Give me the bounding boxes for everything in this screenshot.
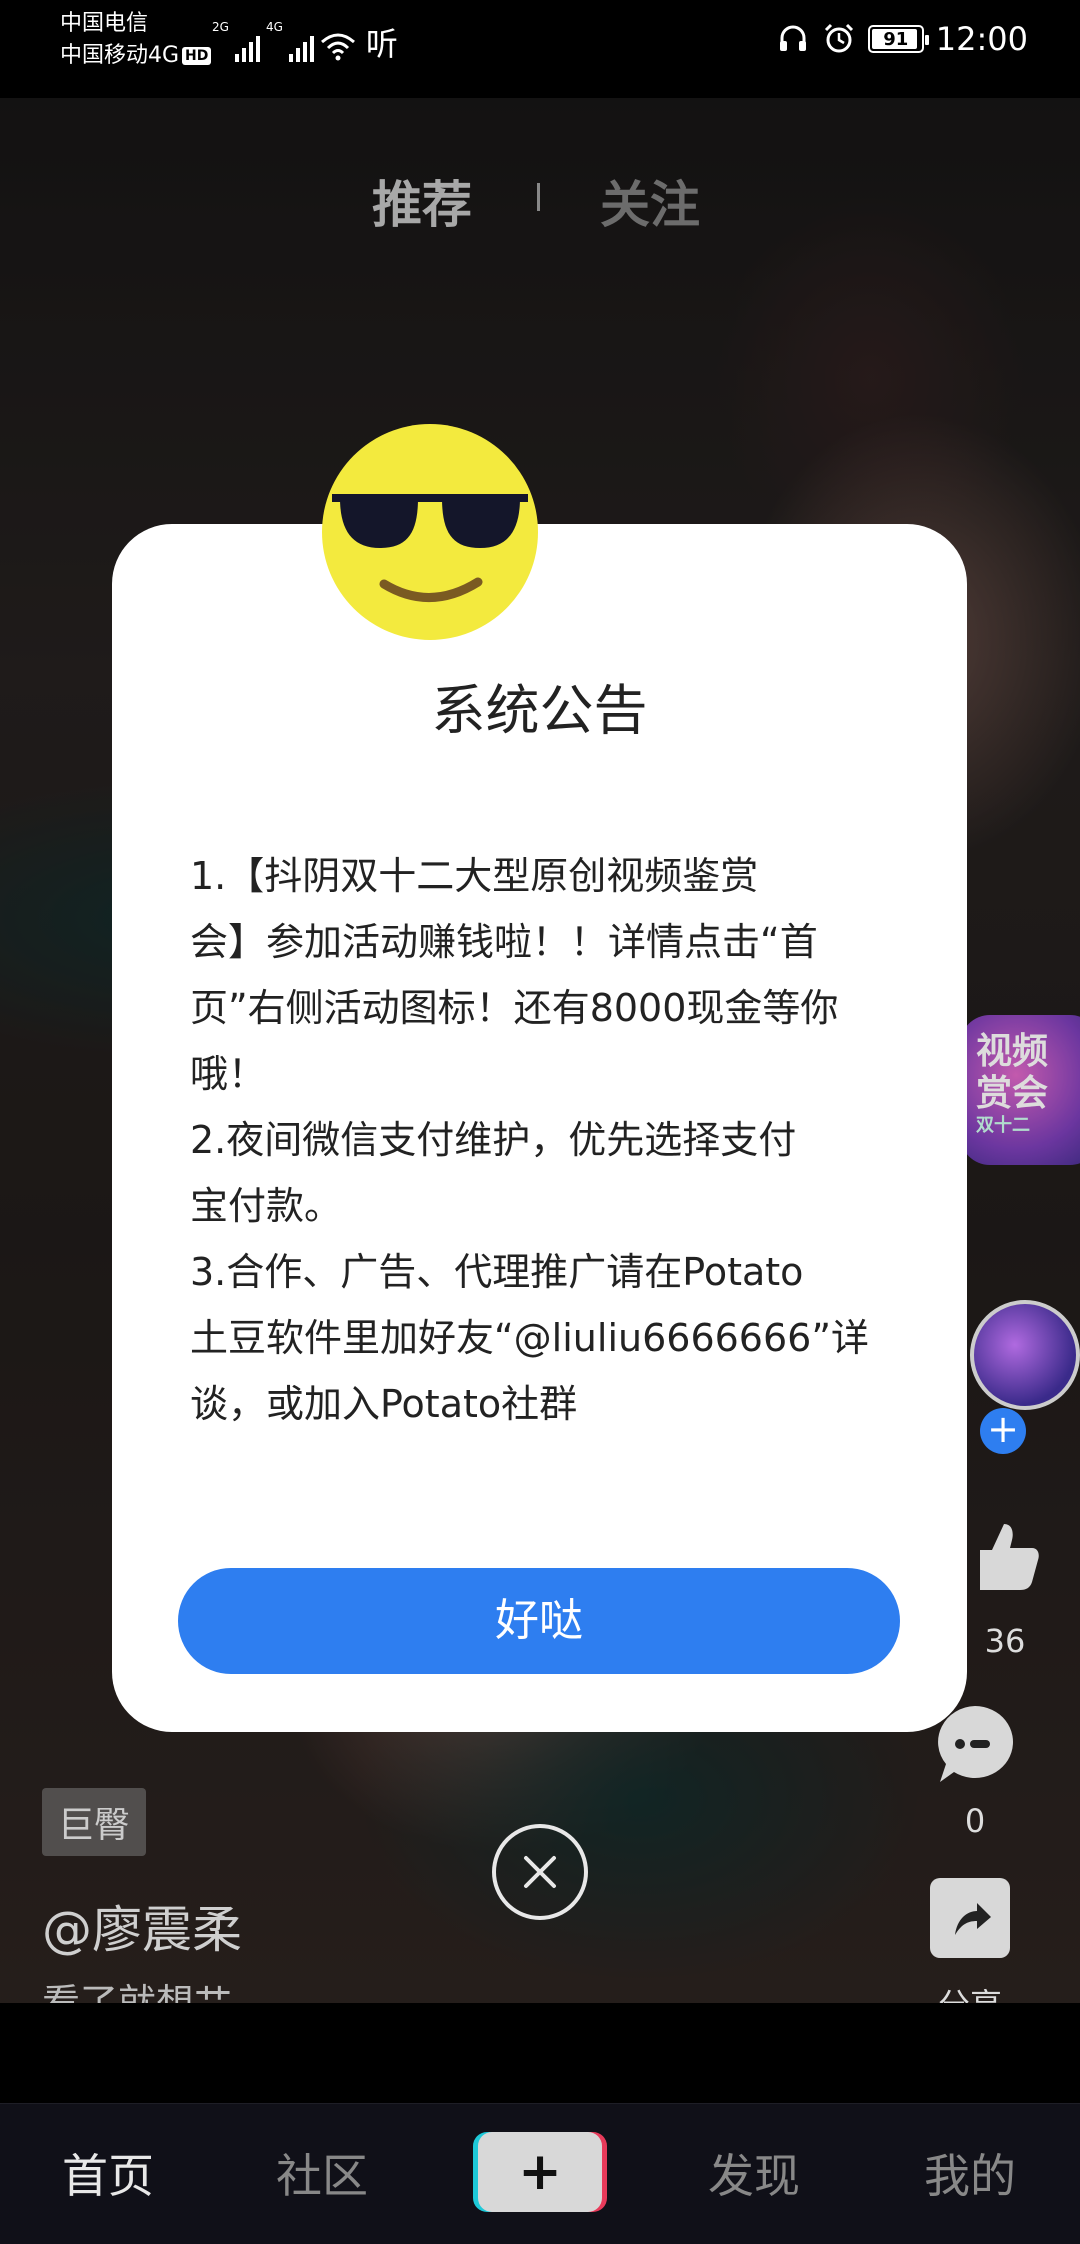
create-video-button[interactable]: + (478, 2132, 602, 2212)
like-icon[interactable] (960, 1510, 1050, 1600)
dialog-title: 系统公告 (431, 679, 648, 742)
battery-level: 91 (883, 28, 909, 50)
author-name[interactable]: @廖震柔 (42, 1890, 242, 1962)
comment-count: 0 (964, 1802, 986, 1840)
video-caption: 看了就想艹 (42, 1981, 233, 2004)
bottom-spacer (0, 2003, 1080, 2103)
follow-plus-button[interactable]: + (980, 1408, 1026, 1454)
event-badge-line-1: 视频 (976, 1031, 1049, 1072)
close-icon (524, 1856, 556, 1888)
nav-discover[interactable]: 发现 (708, 2140, 800, 2206)
screen: 中国电信 中国移动4G HD 2G 4G 听 91 12:00 推荐 关注 视频… (0, 0, 1080, 2244)
ok-button[interactable]: 好哒 (178, 1568, 900, 1674)
carrier-2: 中国移动4G HD (60, 42, 212, 70)
bottom-nav: 首页 社区 + 发现 我的 (0, 2103, 1080, 2244)
tab-recommend[interactable]: 推荐 (372, 165, 472, 237)
tab-divider (537, 183, 540, 211)
video-tag-chip[interactable]: 巨臀 (42, 1788, 147, 1856)
nav-mine[interactable]: 我的 (924, 2140, 1016, 2206)
hd-badge: HD (182, 47, 212, 65)
event-badge-line-2: 赏会 (976, 1073, 1049, 1114)
event-activity-badge[interactable]: 视频 赏会 双十二 (960, 1015, 1080, 1165)
nav-community[interactable]: 社区 (276, 2140, 368, 2206)
signal-bars-2-icon (288, 32, 314, 62)
tab-follow[interactable]: 关注 (600, 165, 700, 237)
dialog-body-text: 1.【抖阴双十二大型原创视频鉴赏 会】参加活动赚钱啦！！详情点击“首 页”右侧活… (190, 854, 870, 1426)
nav-home[interactable]: 首页 (62, 2140, 154, 2206)
share-button[interactable] (930, 1878, 1010, 1958)
alarm-icon (824, 23, 853, 53)
status-bar: 中国电信 中国移动4G HD 2G 4G 听 91 12:00 (0, 0, 1080, 98)
author-avatar[interactable] (970, 1300, 1080, 1410)
carrier-1: 中国电信 (60, 11, 149, 36)
sunglasses-emoji-icon (322, 424, 538, 640)
carrier-2-label: 中国移动4G (60, 43, 180, 68)
audio-service-label: 听 (365, 25, 398, 63)
close-dialog-button[interactable] (492, 1824, 588, 1920)
signal-indicators: 2G 4G 听 (212, 20, 398, 63)
signal-bars-1-icon (234, 32, 260, 62)
like-count: 36 (984, 1622, 1026, 1660)
network-tag-2: 4G (265, 20, 283, 34)
battery-icon: 91 (867, 25, 929, 53)
share-icon (955, 1903, 991, 1935)
event-badge-line-3: 双十二 (976, 1115, 1030, 1136)
network-tag-1: 2G (212, 20, 229, 34)
wifi-icon (320, 33, 355, 61)
headset-icon (779, 25, 806, 51)
plus-icon: + (518, 2142, 562, 2202)
